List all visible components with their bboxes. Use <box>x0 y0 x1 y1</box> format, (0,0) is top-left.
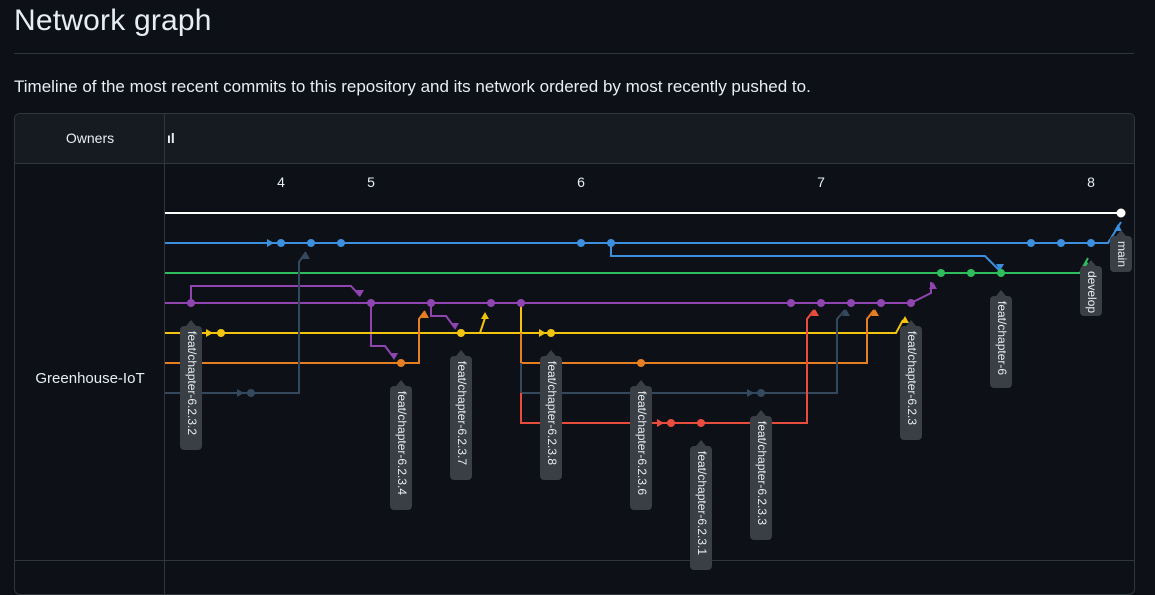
commit-dot-yellow[interactable] <box>217 329 225 337</box>
commit-dot-yellow[interactable] <box>547 329 555 337</box>
branch-label-main[interactable]: main <box>1110 230 1132 272</box>
branch-label-feat-chapter-6-2-3-3[interactable]: feat/chapter-6.2.3.3 <box>750 410 772 540</box>
branch-label-text: feat/chapter-6.2.3.2 <box>185 331 199 435</box>
commit-dot-green[interactable] <box>937 269 945 277</box>
branch-line-purple-loop <box>190 285 361 303</box>
arrowhead-icon <box>657 419 664 427</box>
branch-line-blue-merge <box>610 243 1001 272</box>
branch-line-orange <box>165 310 426 364</box>
commit-dot-purple[interactable] <box>517 299 525 307</box>
branch-label-text: feat/chapter-6.2.3.7 <box>455 361 469 465</box>
branch-label-develop[interactable]: develop <box>1080 260 1102 316</box>
commit-dot-red[interactable] <box>667 419 675 427</box>
branch-line-purple-drop2 <box>430 303 456 329</box>
arrowhead-icon <box>1114 224 1122 231</box>
branch-label-text: main <box>1115 241 1129 267</box>
commit-dot-blue[interactable] <box>1087 239 1095 247</box>
branch-label-text: feat/chapter-6.2.3.8 <box>545 361 559 465</box>
commit-dot-main[interactable] <box>1116 208 1126 218</box>
commit-dot-orange[interactable] <box>397 359 405 367</box>
branch-line-yellow <box>165 319 904 334</box>
branch-line-yellow-up <box>461 317 486 334</box>
tick-label-6: 6 <box>577 174 585 190</box>
timeline-ticks: 4 5 6 7 8 <box>277 174 1095 190</box>
branch-label-feat-chapter-6-2-3-6[interactable]: feat/chapter-6.2.3.6 <box>630 380 652 510</box>
commit-dot-green[interactable] <box>997 269 1005 277</box>
branch-label-text: feat/chapter-6.2.3.4 <box>395 391 409 495</box>
commit-dot-purple[interactable] <box>487 299 495 307</box>
commit-dot-red[interactable] <box>697 419 705 427</box>
commit-dots[interactable] <box>187 208 1126 427</box>
commit-dot-slate[interactable] <box>247 389 255 397</box>
arrowhead-icon <box>206 329 213 337</box>
branch-label-feat-chapter-6-2-3-4[interactable]: feat/chapter-6.2.3.4 <box>390 380 412 510</box>
branch-label-text: feat/chapter-6.2.3.1 <box>695 451 709 555</box>
arrowhead-icon <box>451 323 459 330</box>
arrowhead-icon <box>481 312 489 319</box>
branch-label-feat-chapter-6-2-3[interactable]: feat/chapter-6.2.3 <box>900 320 922 440</box>
commit-dot-purple[interactable] <box>427 299 435 307</box>
arrowhead-icon <box>390 353 398 360</box>
commit-dot-purple[interactable] <box>847 299 855 307</box>
arrowhead-icon <box>237 389 244 397</box>
commit-dot-purple[interactable] <box>817 299 825 307</box>
branch-label-feat-chapter-6-2-3-8[interactable]: feat/chapter-6.2.3.8 <box>540 350 562 480</box>
commit-dot-blue[interactable] <box>1057 239 1065 247</box>
commit-dot-blue[interactable] <box>307 239 315 247</box>
commit-dot-purple[interactable] <box>367 299 375 307</box>
commit-dot-green[interactable] <box>967 269 975 277</box>
branch-line-slate2 <box>520 309 846 394</box>
commit-dot-purple[interactable] <box>787 299 795 307</box>
branch-label-feat-chapter-6[interactable]: feat/chapter-6 <box>990 290 1012 388</box>
commit-dot-purple[interactable] <box>877 299 885 307</box>
network-graph-canvas[interactable]: 4 5 6 7 8 main develop feat/chapter-6 feat/chap… <box>0 0 1155 579</box>
arrowhead-icon <box>267 239 274 247</box>
branch-label-text: feat/chapter-6 <box>995 301 1009 375</box>
branch-line-purple-drop <box>370 303 395 359</box>
arrowhead-icon <box>539 329 546 337</box>
tick-label-7: 7 <box>817 174 825 190</box>
commit-dot-yellow[interactable] <box>457 329 465 337</box>
commit-dot-orange[interactable] <box>637 359 645 367</box>
branch-label-feat-chapter-6-2-3-1[interactable]: feat/chapter-6.2.3.1 <box>690 440 712 570</box>
tick-label-8: 8 <box>1087 174 1095 190</box>
commit-dot-blue[interactable] <box>337 239 345 247</box>
tick-label-5: 5 <box>367 174 375 190</box>
branch-line-yellow-fork <box>520 303 535 334</box>
branch-line-red <box>520 309 815 424</box>
commit-dot-blue[interactable] <box>1027 239 1035 247</box>
branch-label-feat-chapter-6-2-3-7[interactable]: feat/chapter-6.2.3.7 <box>450 350 472 480</box>
branch-line-orange2 <box>520 309 875 364</box>
arrowhead-icon <box>747 389 754 397</box>
commit-dot-blue[interactable] <box>607 239 615 247</box>
commit-dot-blue[interactable] <box>577 239 585 247</box>
tick-label-4: 4 <box>277 174 285 190</box>
commit-dot-purple[interactable] <box>187 299 195 307</box>
arrowhead-icon <box>901 316 909 323</box>
branch-label-feat-chapter-6-2-3-2[interactable]: feat/chapter-6.2.3.2 <box>180 320 202 450</box>
commit-dot-purple[interactable] <box>907 299 915 307</box>
branch-labels[interactable]: main develop feat/chapter-6 feat/chapter-6.… <box>180 230 1132 570</box>
branch-label-text: feat/chapter-6.2.3.3 <box>755 421 769 525</box>
branch-line-green <box>165 257 1089 274</box>
commit-dot-blue[interactable] <box>277 239 285 247</box>
commit-dot-slate[interactable] <box>757 389 765 397</box>
branch-label-text: feat/chapter-6.2.3 <box>905 331 919 425</box>
branch-label-text: feat/chapter-6.2.3.6 <box>635 391 649 495</box>
branch-label-text: develop <box>1085 271 1099 313</box>
